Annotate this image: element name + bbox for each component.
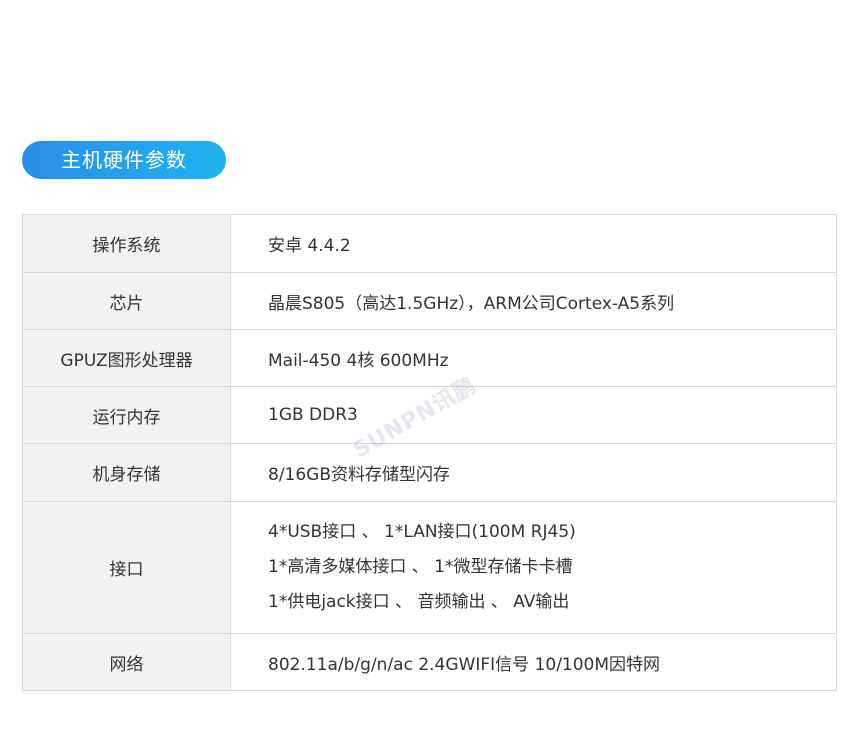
spec-value: 8/16GB资料存储型闪存 [230, 443, 837, 502]
interface-line: 4*USB接口 、 1*LAN接口(100M RJ45) [268, 522, 576, 542]
spec-label: 芯片 [22, 272, 231, 330]
spec-label: 接口 [22, 501, 231, 634]
spec-value-multiline: 4*USB接口 、 1*LAN接口(100M RJ45) 1*高清多媒体接口 、… [230, 501, 837, 634]
table-row: 网络 802.11a/b/g/n/ac 2.4GWIFI信号 10/100M因特… [22, 633, 837, 691]
spec-label: 网络 [22, 633, 231, 691]
spec-value: 1GB DDR3 [230, 386, 837, 444]
spec-table: 操作系统 安卓 4.4.2 芯片 晶晨S805（高达1.5GHz），ARM公司C… [22, 214, 837, 691]
interface-line: 1*供电jack接口 、 音频输出 、 AV输出 [268, 592, 570, 612]
spec-value: 晶晨S805（高达1.5GHz），ARM公司Cortex-A5系列 [230, 272, 837, 330]
spec-value: Mail-450 4核 600MHz [230, 329, 837, 387]
spec-label: 运行内存 [22, 386, 231, 444]
spec-value: 802.11a/b/g/n/ac 2.4GWIFI信号 10/100M因特网 [230, 633, 837, 691]
table-row: 操作系统 安卓 4.4.2 [22, 214, 837, 273]
section-title-badge: 主机硬件参数 [22, 141, 226, 179]
spec-label: 机身存储 [22, 443, 231, 502]
table-row: 芯片 晶晨S805（高达1.5GHz），ARM公司Cortex-A5系列 [22, 272, 837, 330]
spec-value: 安卓 4.4.2 [230, 214, 837, 273]
table-row: GPUZ图形处理器 Mail-450 4核 600MHz [22, 329, 837, 387]
interface-line: 1*高清多媒体接口 、 1*微型存储卡卡槽 [268, 557, 573, 577]
spec-label: GPUZ图形处理器 [22, 329, 231, 387]
spec-label: 操作系统 [22, 214, 231, 273]
table-row: 接口 4*USB接口 、 1*LAN接口(100M RJ45) 1*高清多媒体接… [22, 501, 837, 634]
table-row: 机身存储 8/16GB资料存储型闪存 [22, 443, 837, 502]
page: 主机硬件参数 操作系统 安卓 4.4.2 芯片 晶晨S805（高达1.5GHz）… [0, 0, 860, 741]
